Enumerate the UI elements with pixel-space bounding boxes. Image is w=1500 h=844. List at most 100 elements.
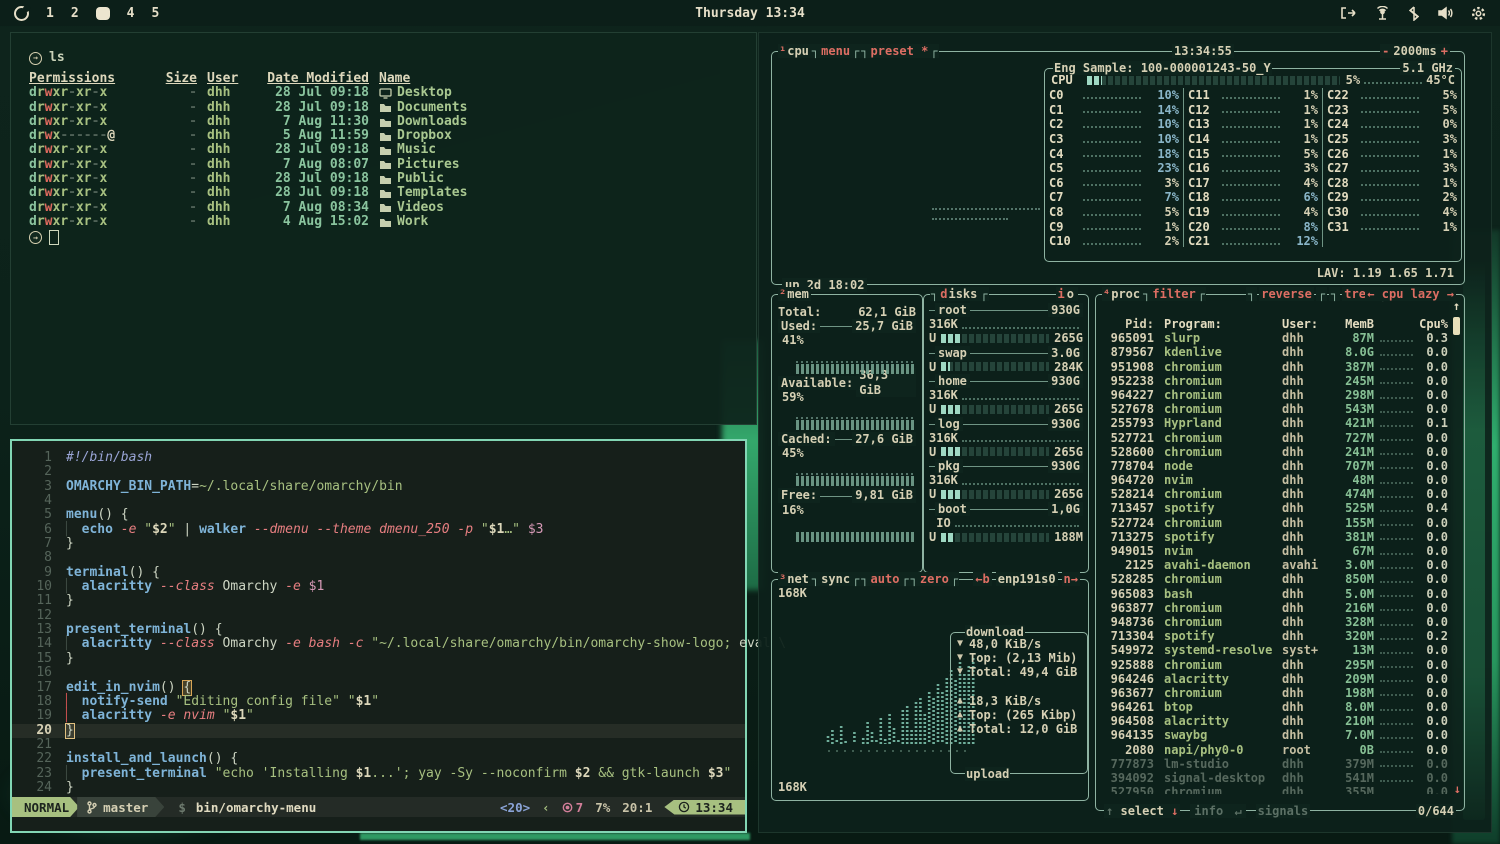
io-mode-button[interactable]: o	[1065, 287, 1076, 301]
net-zero-button[interactable]: zero	[919, 572, 950, 586]
cpu-core-column: C225%C235%C240%C253%C261%C273%C281%C292%…	[1322, 88, 1461, 247]
code-line-2[interactable]: 2	[12, 465, 745, 479]
ls-permissions: drwxr-xr-x	[29, 201, 151, 215]
folder-icon	[379, 131, 392, 142]
bluetooth-icon[interactable]	[1409, 6, 1419, 21]
process-row[interactable]: 963877chromiumdhh216M0.0	[1102, 601, 1448, 615]
process-row[interactable]: 527721chromiumdhh727M0.0	[1102, 431, 1448, 445]
proc-sort-selector[interactable]: ← cpu lazy →	[1365, 287, 1456, 301]
process-row[interactable]: 713304spotifydhh320M0.2	[1102, 629, 1448, 643]
signals-button[interactable]: signals	[1256, 804, 1311, 818]
code-line-8[interactable]: 8	[12, 551, 745, 565]
code-line-13[interactable]: 13present_terminal() {	[12, 623, 745, 637]
process-row[interactable]: 965091slurpdhh87M0.3	[1102, 331, 1448, 345]
select-button[interactable]: select	[1120, 804, 1163, 818]
process-row[interactable]: 951908chromiumdhh387M0.0	[1102, 360, 1448, 374]
process-row[interactable]: 964135swaybgdhh7.0M0.0	[1102, 728, 1448, 742]
process-row[interactable]: 549972systemd-resolvesyst+13M0.0	[1102, 643, 1448, 657]
process-row[interactable]: 964508alacrittydhh210M0.0	[1102, 714, 1448, 728]
process-row[interactable]: 2080napi/phy0-0root0B0.0	[1102, 743, 1448, 757]
terminal-cursor[interactable]	[49, 230, 59, 245]
network-icon[interactable]	[1374, 6, 1391, 20]
upload-label: upload	[965, 767, 1010, 781]
net-next-iface-button[interactable]: n→	[1062, 572, 1080, 586]
process-row[interactable]: 965083bashdhh5.0M0.0	[1102, 587, 1448, 601]
code-line-15[interactable]: 15}	[12, 652, 745, 666]
omarchy-logo-icon[interactable]	[14, 6, 29, 21]
code-line-4[interactable]: 4	[12, 494, 745, 508]
process-row[interactable]: 964246alacrittydhh209M0.0	[1102, 672, 1448, 686]
logout-icon[interactable]	[1340, 6, 1356, 20]
process-row[interactable]: 777873lm-studiodhh379M0.0	[1102, 757, 1448, 771]
process-row[interactable]: 925888chromiumdhh295M0.0	[1102, 658, 1448, 672]
workspace-1[interactable]: 1	[46, 6, 54, 21]
workspace-4[interactable]: 4	[127, 6, 135, 21]
code-line-21[interactable]: 21	[12, 738, 745, 752]
process-row[interactable]: 2125avahi-daemonavahi3.0M0.0	[1102, 558, 1448, 572]
code-line-23[interactable]: 23▏ present_terminal "echo 'Installing $…	[12, 767, 745, 781]
process-row[interactable]: 778704nodedhh707M0.0	[1102, 459, 1448, 473]
reverse-button[interactable]: reverse	[1259, 287, 1314, 301]
process-row[interactable]: 952238chromiumdhh245M0.0	[1102, 374, 1448, 388]
code-line-11[interactable]: 11}	[12, 594, 745, 608]
code-line-24[interactable]: 24}	[12, 781, 745, 795]
interval-minus-button[interactable]: -	[1380, 44, 1391, 58]
process-row[interactable]: 527724chromiumdhh155M0.0	[1102, 516, 1448, 530]
scroll-down-arrow[interactable]: ↓	[1454, 782, 1461, 796]
code-line-1[interactable]: 1#!/bin/bash	[12, 451, 745, 465]
code-line-18[interactable]: 18▏ notify-send "Editing config file" "$…	[12, 695, 745, 709]
net-prev-iface-button[interactable]: ←b	[973, 572, 991, 586]
net-auto-button[interactable]: auto	[870, 572, 901, 586]
process-row[interactable]: 948736chromiumdhh328M0.0	[1102, 615, 1448, 629]
code-line-19[interactable]: 19▏ alacritty -e nvim "$1"	[12, 709, 745, 723]
cpu-core-row: C186%	[1184, 190, 1322, 205]
process-row[interactable]: 949015nvimdhh67M0.0	[1102, 544, 1448, 558]
process-row[interactable]: 394092signal-desktopdhh541M0.0	[1102, 771, 1448, 785]
workspace-2[interactable]: 2	[71, 6, 79, 21]
process-row[interactable]: 963677chromiumdhh198M0.0	[1102, 686, 1448, 700]
info-button[interactable]: info	[1192, 804, 1225, 818]
code-line-7[interactable]: 7}	[12, 537, 745, 551]
ls-user: dhh	[207, 129, 253, 143]
net-sync-button[interactable]: sync	[820, 572, 851, 586]
process-row[interactable]: 528214chromiumdhh474M0.0	[1102, 487, 1448, 501]
volume-icon[interactable]	[1437, 6, 1453, 20]
process-row[interactable]: 528285chromiumdhh850M0.0	[1102, 572, 1448, 586]
process-row[interactable]: 528600chromiumdhh241M0.0	[1102, 445, 1448, 459]
scrollbar-thumb[interactable]	[1453, 317, 1460, 335]
settings-gear-icon[interactable]	[1471, 6, 1486, 21]
workspace-5[interactable]: 5	[151, 6, 159, 21]
workspace-active[interactable]	[96, 7, 110, 20]
folder-icon	[379, 159, 392, 170]
code-line-3[interactable]: 3OMARCHY_BIN_PATH=~/.local/share/omarchy…	[12, 480, 745, 494]
code-line-5[interactable]: 5menu() {	[12, 508, 745, 522]
code-line-17[interactable]: 17edit_in_nvim() {	[12, 681, 745, 695]
process-row[interactable]: 713457spotifydhh525M0.4	[1102, 501, 1448, 515]
interval-plus-button[interactable]: +	[1439, 44, 1450, 58]
code-line-14[interactable]: 14▏ alacritty --class Omarchy -e bash -c…	[12, 637, 745, 651]
scroll-up-arrow[interactable]: ↑	[1452, 299, 1461, 313]
code-line-6[interactable]: 6▏ echo -e "$2" | walker --dmenu --theme…	[12, 523, 745, 537]
cpu-core-panel: Eng Sample: 100-000001243-50_Y 5.1 GHz C…	[1044, 68, 1462, 262]
cpu-core-row: C111%	[1184, 88, 1322, 103]
process-row[interactable]: 964720nvimdhh48M0.0	[1102, 473, 1448, 487]
process-row[interactable]: 255793Hyprlanddhh421M0.1	[1102, 416, 1448, 430]
process-row[interactable]: 527950chromiumdhh355M0.0	[1102, 785, 1448, 794]
code-line-22[interactable]: 22install_and_launch() {	[12, 752, 745, 766]
preset-button[interactable]: preset *	[870, 44, 930, 58]
scroll-percent: 7%	[595, 800, 610, 815]
process-row[interactable]: 964261btopdhh8.0M0.0	[1102, 700, 1448, 714]
code-line-20[interactable]: 20}	[12, 724, 745, 738]
code-line-10[interactable]: 10▏ alacritty --class Omarchy -e $1	[12, 580, 745, 594]
process-row[interactable]: 713275spotifydhh381M0.0	[1102, 530, 1448, 544]
menu-button[interactable]: menu	[820, 44, 851, 58]
process-row[interactable]: 964227chromiumdhh298M0.0	[1102, 388, 1448, 402]
code-line-12[interactable]: 12	[12, 609, 745, 623]
filter-button[interactable]: filter	[1151, 287, 1196, 301]
prompt-arrow-icon: →	[29, 231, 42, 244]
process-row[interactable]: 879567kdenlivedhh8.0G0.0	[1102, 345, 1448, 359]
ls-date: 5 Aug 11:59	[263, 129, 369, 143]
process-row[interactable]: 527678chromiumdhh543M0.0	[1102, 402, 1448, 416]
code-line-16[interactable]: 16	[12, 666, 745, 680]
code-line-9[interactable]: 9terminal() {	[12, 566, 745, 580]
